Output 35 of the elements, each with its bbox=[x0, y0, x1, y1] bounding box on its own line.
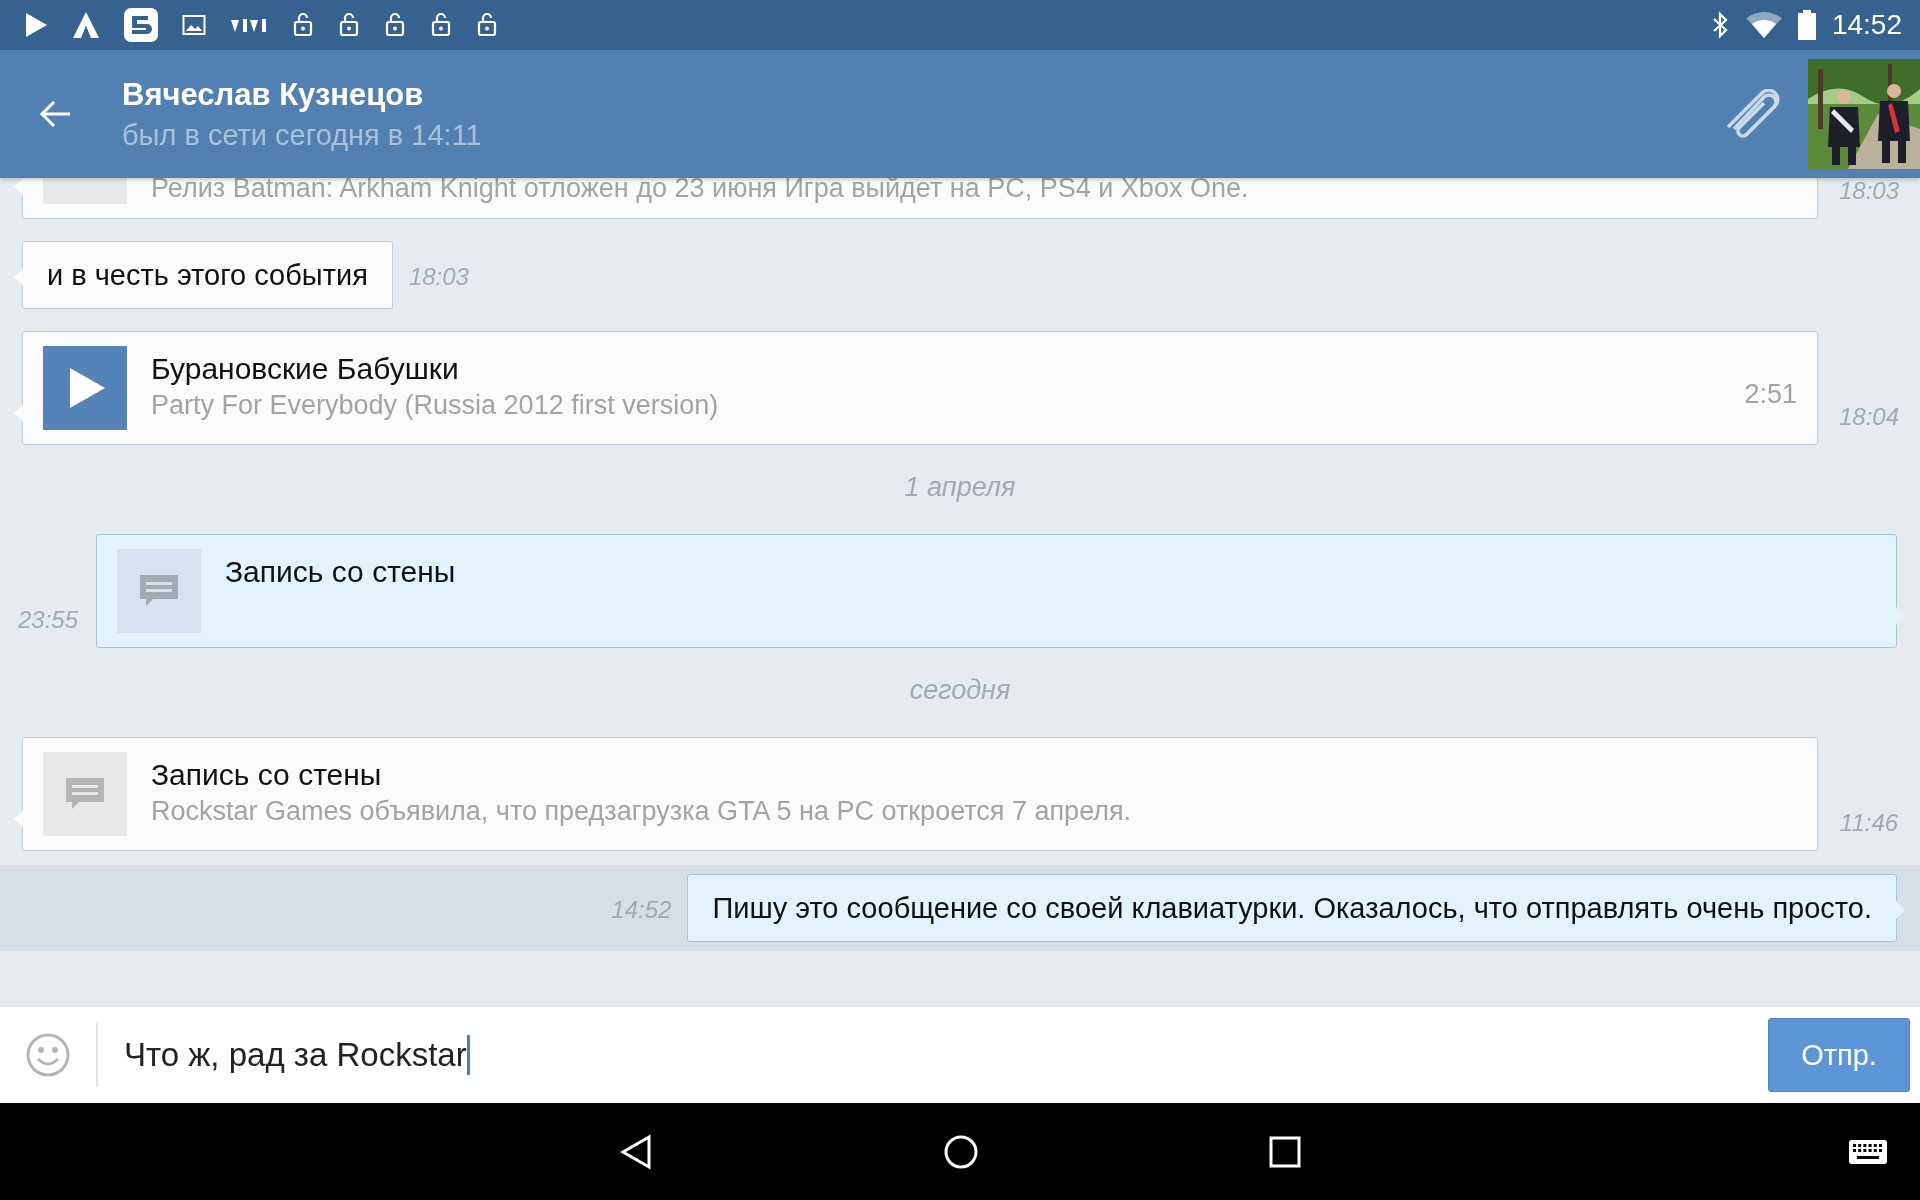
date-separator: 1 апреля bbox=[903, 471, 1017, 504]
message-time: 18:03 bbox=[408, 263, 469, 292]
message-time: 18:03 bbox=[1837, 178, 1901, 206]
battery-icon bbox=[1797, 10, 1816, 40]
play-button[interactable] bbox=[43, 346, 127, 430]
message-time: 11:46 bbox=[1838, 809, 1900, 838]
home-icon[interactable] bbox=[943, 1133, 979, 1170]
app-logo-icon bbox=[72, 11, 100, 39]
date-separator: сегодня bbox=[908, 674, 1012, 707]
lock-icon bbox=[430, 12, 452, 38]
attachment-title: Запись со стены bbox=[225, 555, 457, 589]
message-text: Пишу это сообщение со своей клавиатурки. Оказалось, что отправлять очень просто. bbox=[712, 892, 1872, 924]
attachment-title: Запись со стены bbox=[151, 758, 383, 792]
wifi-icon bbox=[1745, 12, 1782, 38]
track-duration: 2:51 bbox=[1744, 379, 1797, 411]
lock-icon bbox=[476, 12, 498, 38]
lock-icon bbox=[292, 12, 314, 38]
lock-icon bbox=[338, 12, 360, 38]
track-artist: Бурановские Бабушки bbox=[151, 352, 460, 386]
recents-icon[interactable] bbox=[1269, 1135, 1301, 1168]
play-icon bbox=[24, 12, 48, 38]
lock-icon bbox=[384, 12, 406, 38]
paperclip-icon[interactable] bbox=[1724, 89, 1780, 139]
message-time: 18:04 bbox=[1837, 403, 1901, 432]
last-seen-status: был в сети сегодня в 14:11 bbox=[122, 118, 483, 152]
track-title: Party For Everybody (Russia 2012 first version) bbox=[151, 390, 720, 421]
post-preview: Rockstar Games объявила, что предзагрузка GTA 5 на PC откроется 7 апреля. bbox=[151, 796, 1133, 827]
keyboard-icon[interactable] bbox=[1848, 1139, 1888, 1165]
status-time: 14:52 bbox=[1831, 9, 1902, 41]
message-text: и в честь этого события bbox=[47, 259, 368, 291]
back-icon[interactable] bbox=[619, 1133, 653, 1170]
message-time: 23:55 bbox=[16, 606, 80, 635]
image-icon bbox=[182, 13, 206, 37]
contact-name: Вячеслав Кузнецов bbox=[122, 76, 425, 113]
app-icon bbox=[124, 8, 158, 42]
